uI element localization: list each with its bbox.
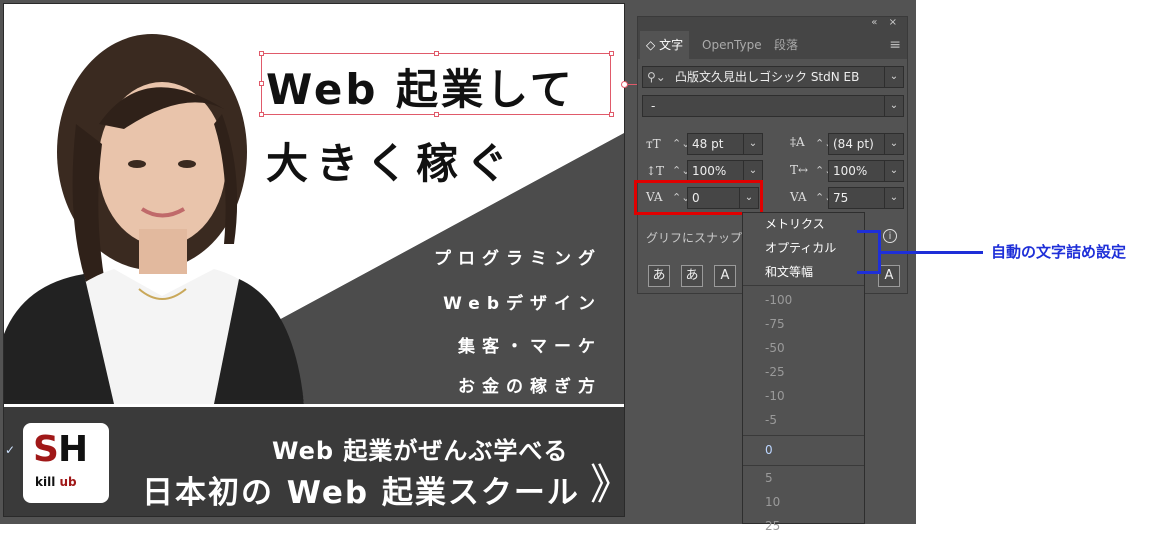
kerning-value-option[interactable]: -75	[765, 317, 785, 331]
annotation-bracket	[857, 230, 881, 274]
selection-handle[interactable]	[434, 112, 439, 117]
selection-handle[interactable]	[609, 112, 614, 117]
font-family-select[interactable]: ⚲⌄ 凸版文久見出しゴシック StdN EB ⌄	[642, 66, 904, 88]
tracking-icon: VA	[790, 190, 807, 204]
search-icon: ⚲⌄	[647, 70, 666, 84]
dropdown-divider	[743, 435, 864, 436]
horizontal-scale-icon: T↔	[790, 163, 809, 177]
kerning-value-option[interactable]: -25	[765, 365, 785, 379]
font-size-icon: тT	[646, 137, 661, 151]
chevron-down-icon[interactable]: ⌄	[884, 67, 903, 87]
vertical-scale-icon: ↕T	[646, 164, 665, 178]
kerning-dropdown[interactable]: メトリクス オプティカル 和文等幅 -100 -75 -50 -25 -10 -…	[742, 212, 865, 533]
selection-handle[interactable]	[259, 112, 264, 117]
glyph-button[interactable]: あ	[648, 265, 670, 287]
glyph-button[interactable]: あ	[681, 265, 703, 287]
text-port-icon[interactable]	[621, 81, 628, 88]
kerning-option-metrics[interactable]: メトリクス	[765, 215, 825, 232]
tab-paragraph[interactable]: 段落	[768, 31, 804, 59]
chevron-down-icon[interactable]: ⌄	[743, 134, 762, 154]
font-style-select[interactable]: - ⌄	[642, 95, 904, 117]
logo-subtext: kill ub	[35, 475, 77, 489]
topic-item: お金の稼ぎ方	[458, 377, 602, 397]
banner-title: 日本初の Web 起業スクール	[142, 475, 580, 511]
annotation-label: 自動の文字詰め設定	[991, 243, 1127, 261]
chevron-down-icon[interactable]: ⌄	[743, 161, 762, 181]
tracking-input[interactable]: 75 ⌄	[828, 187, 904, 209]
selection-handle[interactable]	[259, 81, 264, 86]
font-style-value: -	[651, 99, 656, 113]
close-icon[interactable]: ×	[889, 17, 901, 28]
topic-item: 集客・マーケ	[458, 337, 602, 357]
logo-mark: SH	[33, 429, 88, 470]
text-selection-box[interactable]	[261, 53, 611, 115]
panel-titlebar: « ×	[638, 17, 907, 31]
kerning-value-option[interactable]: 25	[765, 519, 780, 533]
banner-tagline: Web 起業がぜんぶ学べる	[272, 437, 569, 465]
kerning-value-option[interactable]: 10	[765, 495, 780, 509]
kerning-value-option[interactable]: 5	[765, 471, 773, 485]
kerning-highlight-box	[634, 180, 763, 215]
kerning-option-monospace[interactable]: 和文等幅	[765, 263, 813, 280]
collapse-icon[interactable]: «	[871, 17, 881, 28]
panel-controls[interactable]: « ×	[871, 17, 901, 28]
kerning-value-option[interactable]: -10	[765, 389, 785, 403]
annotation-line	[881, 251, 983, 254]
tab-opentype[interactable]: OpenType	[696, 31, 768, 59]
font-family-value: 凸版文久見出しゴシック StdN EB	[675, 70, 860, 84]
chevron-down-icon[interactable]: ⌄	[884, 96, 903, 116]
dropdown-divider	[743, 285, 864, 286]
dropdown-divider	[743, 465, 864, 466]
chevron-down-icon[interactable]: ⌄	[884, 134, 903, 154]
topic-item: Webデザイン	[443, 294, 602, 314]
headline-line-2: 大きく稼ぐ	[266, 139, 517, 188]
tab-character[interactable]: ◇ 文字	[640, 31, 690, 59]
kerning-value-option[interactable]: -100	[765, 293, 792, 307]
selection-handle[interactable]	[609, 51, 614, 56]
chevron-down-icon[interactable]: ⌄	[884, 188, 903, 208]
leading-icon: ‡A	[790, 135, 805, 149]
chevron-down-icon[interactable]: ⌄	[884, 161, 903, 181]
glyph-button[interactable]: A	[878, 265, 900, 287]
leading-input[interactable]: (84 pt) ⌄	[828, 133, 904, 155]
topic-item: プログラミング	[434, 249, 602, 269]
vertical-scale-input[interactable]: 100% ⌄	[687, 160, 763, 182]
font-size-input[interactable]: 48 pt ⌄	[687, 133, 763, 155]
selection-handle[interactable]	[434, 51, 439, 56]
selection-handle[interactable]	[259, 51, 264, 56]
panel-tabs: ◇ 文字 OpenType 段落 ≡	[638, 31, 907, 59]
kerning-value-option-selected[interactable]: 0	[765, 443, 773, 457]
panel-menu-icon[interactable]: ≡	[889, 37, 901, 53]
double-chevron-icon: 》	[590, 451, 624, 512]
glyph-button[interactable]: A	[714, 265, 736, 287]
kerning-option-optical[interactable]: オプティカル	[765, 239, 836, 256]
kerning-value-option[interactable]: -50	[765, 341, 785, 355]
check-icon: ✓	[5, 443, 16, 457]
kerning-value-option[interactable]: -5	[765, 413, 777, 427]
info-icon[interactable]: i	[883, 229, 897, 243]
snap-to-glyph-label: グリフにスナップ	[646, 231, 743, 245]
skillhub-logo: SH kill ub	[23, 423, 109, 503]
horizontal-scale-input[interactable]: 100% ⌄	[828, 160, 904, 182]
